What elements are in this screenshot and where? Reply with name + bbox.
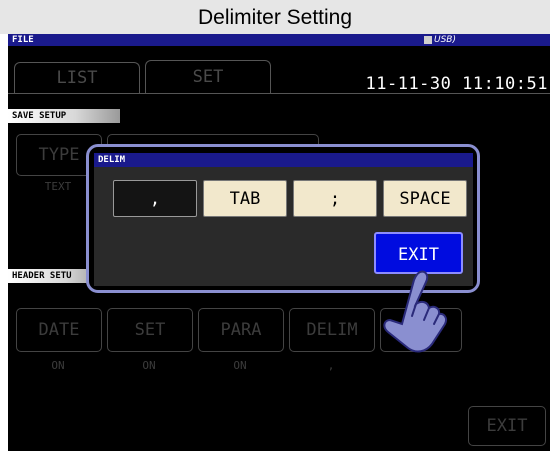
clock: 11-11-30 11:10:51 [365,74,548,94]
delim-option-space[interactable]: SPACE [383,180,467,217]
delim-option-tab[interactable]: TAB [203,180,287,217]
delim-value: , [327,359,335,372]
set-value: ON [142,359,156,372]
usb-indicator-icon: USB) [424,35,484,45]
date-value: ON [51,359,65,372]
para-value: ON [233,359,247,372]
delim-option-comma[interactable]: , [113,180,197,217]
figure-caption: Delimiter Setting [0,0,550,34]
exit-button[interactable]: EXIT [468,406,546,446]
usb-label: USB) [434,35,456,45]
para-button[interactable]: PARA [198,308,284,352]
date-button[interactable]: DATE [16,308,102,352]
tab-list[interactable]: LIST [14,62,140,93]
usb-square-icon [424,36,432,44]
delim-button[interactable]: DELIM [289,308,375,352]
title-bar: FILE USB) [8,34,550,46]
tab-set[interactable]: SET [145,60,271,94]
save-setup-section-label: SAVE SETUP [8,109,120,123]
dialog-title: DELIM [94,153,473,167]
set-button[interactable]: SET [107,308,193,352]
title-bar-label: FILE [12,35,34,45]
pointing-hand-icon [383,270,448,353]
delim-option-semicolon[interactable]: ; [293,180,377,217]
